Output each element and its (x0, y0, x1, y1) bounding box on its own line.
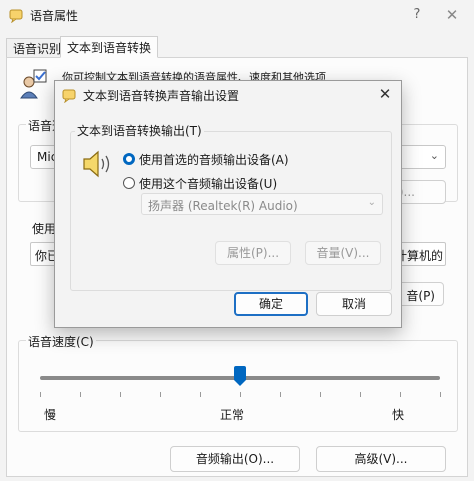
speed-normal-label: 正常 (220, 408, 245, 422)
speed-fast-label: 快 (392, 408, 405, 422)
slider-tick (320, 392, 321, 397)
chevron-down-icon: ⌄ (367, 197, 376, 208)
tab-speech-recognition[interactable]: 语音识别 (6, 38, 69, 58)
preferred-device-radio[interactable] (123, 153, 135, 165)
dialog-title: 文本到语音转换声音输出设置 (83, 89, 240, 103)
ok-button[interactable]: 确定 (234, 292, 308, 316)
slider-tick (440, 392, 441, 397)
cancel-button[interactable]: 取消 (316, 292, 392, 316)
slider-tick (200, 392, 201, 397)
audio-device-select[interactable]: 扬声器 (Realtek(R) Audio) ⌄ (141, 193, 383, 215)
dialog-body: 文本到语音转换输出(T) 使用首选的音频输出设备(A) 使用这个音频输出设备(U… (61, 111, 395, 291)
device-properties-button[interactable]: 属性(P)... (215, 241, 291, 265)
preview-voice-label: 音(P) (406, 289, 435, 303)
window-title: 语音属性 (30, 9, 79, 23)
slider-tick (160, 392, 161, 397)
slider-tick (120, 392, 121, 397)
tts-output-group-label: 文本到语音转换输出(T) (75, 122, 204, 139)
slider-tick (400, 392, 401, 397)
audio-output-button[interactable]: 音频输出(O)... (170, 446, 300, 472)
title-bar: 语音属性 ? ✕ (0, 0, 474, 30)
dialog-close-button[interactable]: ✕ (373, 83, 397, 105)
speed-group-label: 语音速度(C) (26, 333, 96, 350)
help-button[interactable]: ? (406, 4, 428, 26)
tab-text-to-speech[interactable]: 文本到语音转换 (60, 36, 159, 58)
preview-text-end: 计算机的 (394, 249, 443, 263)
slider-tick (360, 392, 361, 397)
audio-output-settings-dialog: 文本到语音转换声音输出设置 ✕ 文本到语音转换输出(T) 使用首选的音频输出设备… (54, 80, 402, 328)
device-volume-button[interactable]: 音量(V)... (305, 241, 381, 265)
speech-app-icon (61, 87, 77, 104)
chevron-down-icon: ⌄ (429, 149, 439, 162)
tts-person-icon (18, 68, 50, 100)
slider-tick (40, 392, 41, 397)
specific-device-radio[interactable] (123, 177, 135, 189)
specific-device-label: 使用这个音频输出设备(U) (139, 177, 278, 191)
advanced-button[interactable]: 高级(V)... (316, 446, 446, 472)
speaker-icon (81, 149, 115, 179)
usage-label: 使用 (32, 222, 57, 236)
slider-tick (280, 392, 281, 397)
slider-tick (240, 392, 241, 397)
speech-app-icon (8, 7, 24, 24)
preferred-device-label: 使用首选的音频输出设备(A) (139, 153, 289, 167)
audio-device-value: 扬声器 (Realtek(R) Audio) (148, 199, 298, 213)
speed-slow-label: 慢 (44, 408, 57, 422)
close-button[interactable]: ✕ (438, 4, 466, 26)
slider-tick (80, 392, 81, 397)
